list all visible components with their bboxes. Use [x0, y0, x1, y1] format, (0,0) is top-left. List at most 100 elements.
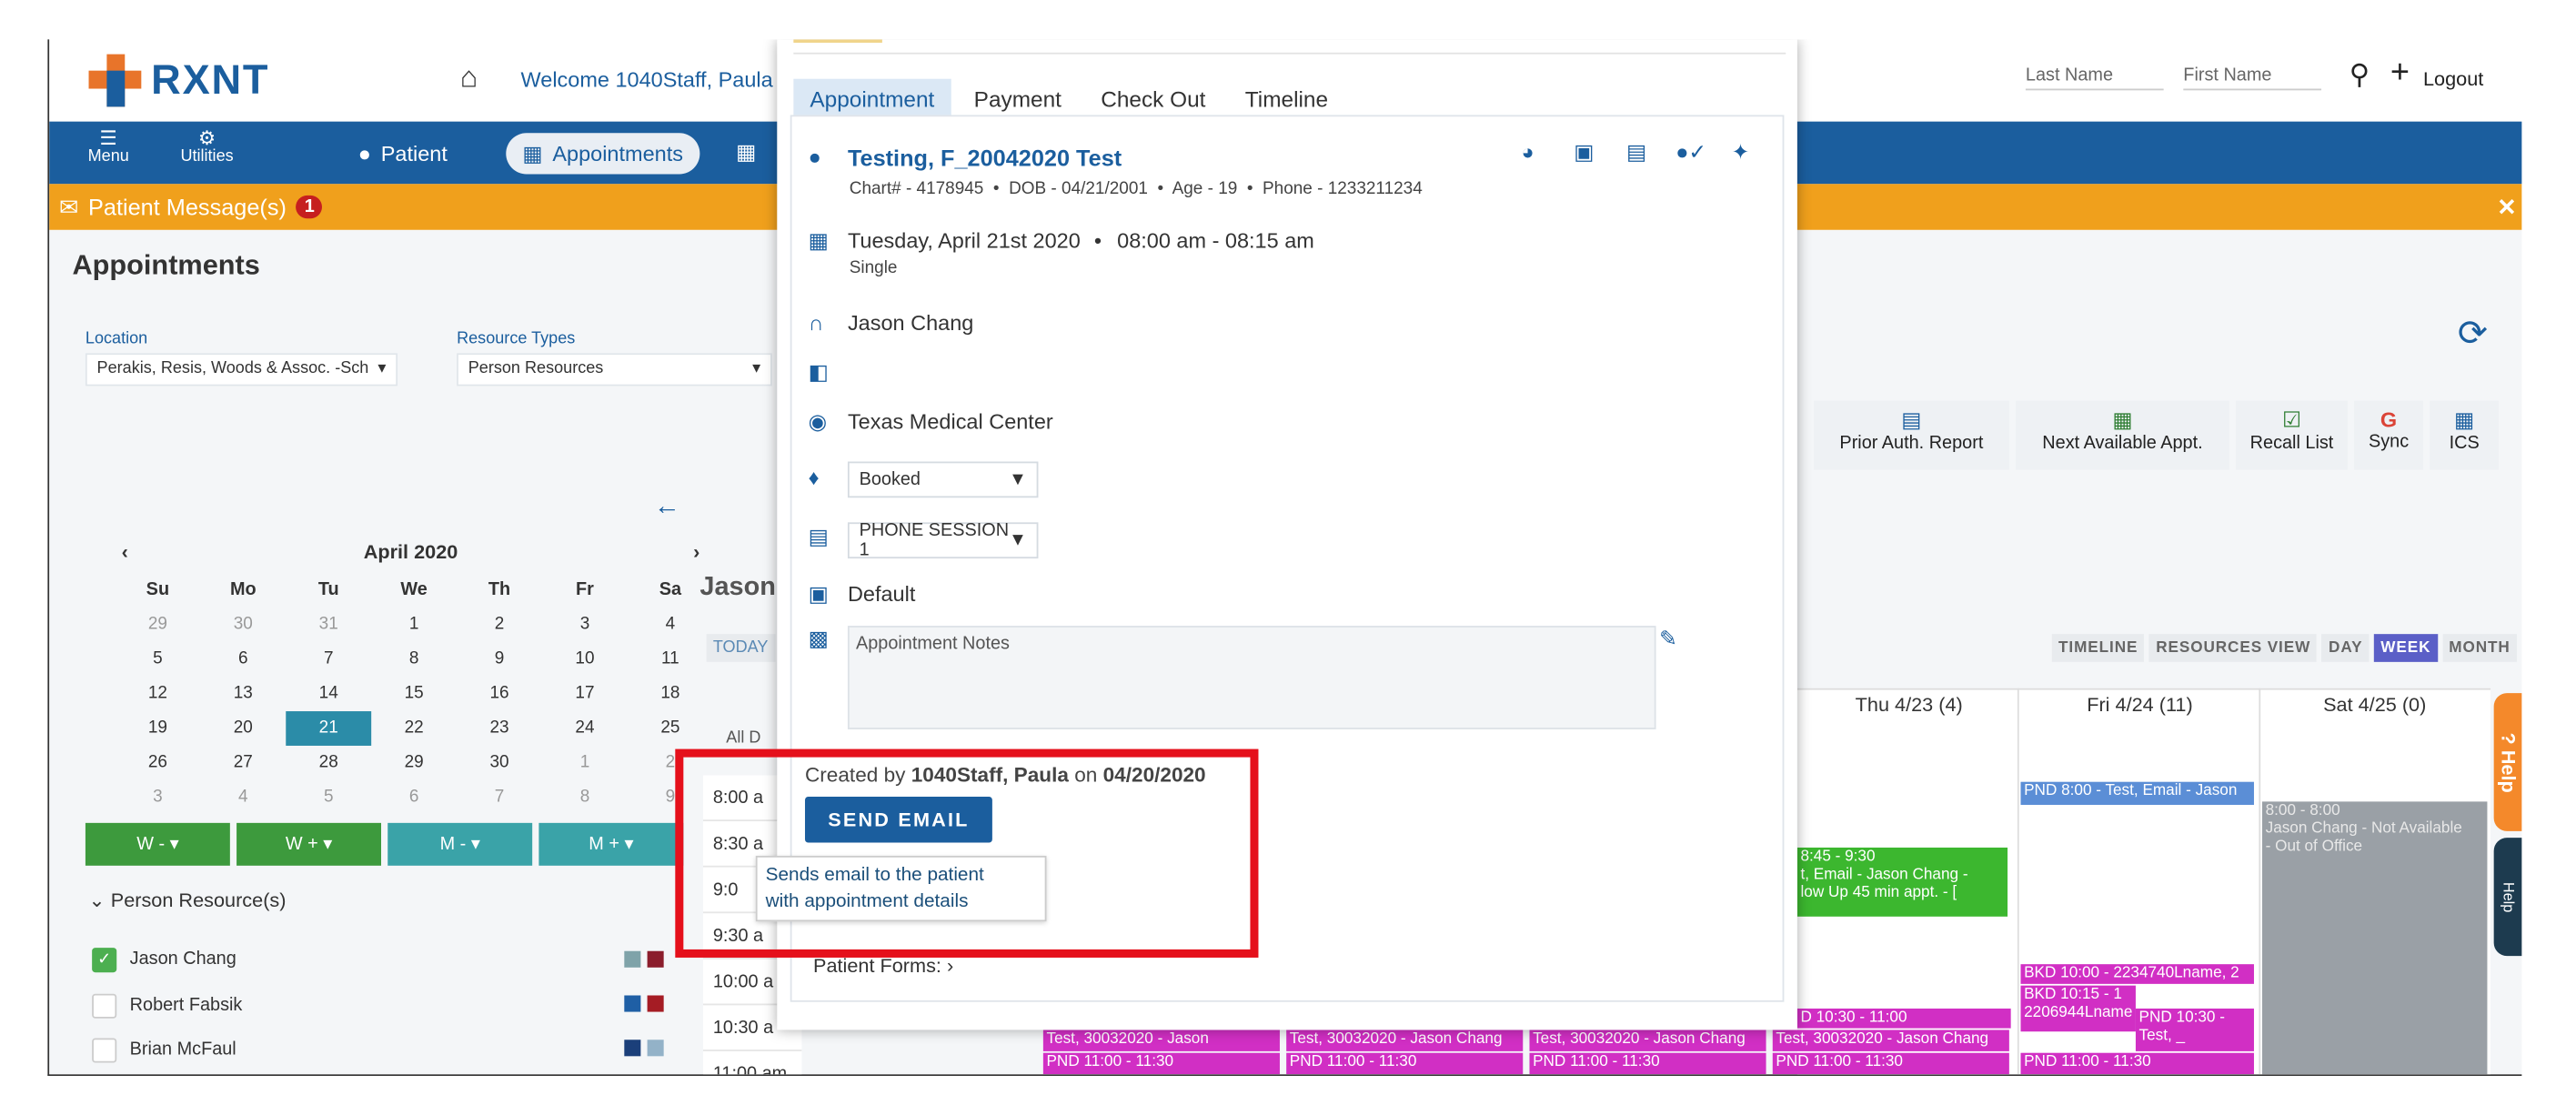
calendar-day[interactable]: 6 [200, 642, 286, 677]
utilities-button[interactable]: ⚙ Utilities [171, 128, 243, 167]
tab-timeline[interactable]: Timeline [1229, 79, 1344, 120]
recall-list-button[interactable]: ☑ Recall List [2236, 400, 2348, 470]
calendar-day[interactable]: 16 [457, 677, 542, 711]
tab-payment[interactable]: Payment [958, 79, 1078, 120]
ics-button[interactable]: ▦ ICS [2430, 400, 2500, 470]
calendar-day[interactable]: 27 [200, 746, 286, 780]
resource-row[interactable]: Brian McFaul [92, 1037, 236, 1063]
calendar-day[interactable]: 30 [200, 608, 286, 642]
event-block[interactable]: D 10:30 - 11:00 [1796, 1008, 2011, 1029]
calendar-day[interactable]: 20 [200, 711, 286, 746]
user-check-icon[interactable]: ●✓ [1675, 140, 1706, 166]
help-tab[interactable]: ? Help [2493, 693, 2522, 831]
event-block[interactable]: BKD 10:15 - 1 2206944Lname [2020, 985, 2136, 1032]
calendar-day[interactable]: 31 [286, 608, 371, 642]
event-block[interactable]: PND 11:00 - 11:30 [1286, 1052, 1524, 1075]
calendar-day[interactable]: 22 [371, 711, 457, 746]
sync-button[interactable]: G Sync [2354, 400, 2423, 470]
calendar-day[interactable]: 5 [286, 780, 371, 815]
next-month-icon[interactable]: › [693, 540, 699, 563]
resource-row[interactable]: Robert Fabsik [92, 992, 242, 1019]
event-block[interactable]: PND 8:00 - Test, Email - Jason [2020, 781, 2254, 805]
week-back-button[interactable]: W - ▾ [85, 822, 230, 866]
calendar-day[interactable]: 4 [628, 608, 713, 642]
calendar-day[interactable]: 29 [371, 746, 457, 780]
calendar-day[interactable]: 8 [542, 780, 628, 815]
rxnt-logo[interactable]: RXNT [88, 53, 270, 108]
search-icon[interactable]: ⚲ [2350, 59, 2370, 92]
calendar-day[interactable]: 3 [542, 608, 628, 642]
view-tab-resources-view[interactable]: RESOURCES VIEW [2148, 634, 2318, 662]
view-tab-month[interactable]: MONTH [2442, 634, 2517, 662]
calendar-day[interactable]: 28 [286, 746, 371, 780]
calendar-day[interactable]: 7 [457, 780, 542, 815]
event-block[interactable]: PND 11:00 - 11:30 [1772, 1052, 2009, 1075]
view-tab-timeline[interactable]: TIMELINE [2051, 634, 2145, 662]
calendar-day[interactable]: 12 [115, 677, 200, 711]
calendar-day[interactable]: 5 [115, 642, 200, 677]
calendar-day[interactable]: 8 [371, 642, 457, 677]
event-block[interactable]: Test, 30032020 - Jason Chang [1529, 1030, 1766, 1051]
close-icon[interactable]: ✕ [2497, 194, 2516, 222]
event-block[interactable]: PND 11:00 - 11:30 [2020, 1052, 2254, 1075]
event-block[interactable]: Test, 30032020 - Jason Chang [1772, 1030, 2009, 1051]
appointment-notes-textarea[interactable]: Appointment Notes [847, 626, 1656, 729]
calendar-day[interactable]: 21 [286, 711, 372, 746]
month-back-button[interactable]: M - ▾ [387, 822, 533, 866]
calendar-day[interactable]: 1 [371, 608, 457, 642]
checkbox[interactable]: ✓ [92, 947, 117, 972]
visit-type-select[interactable]: PHONE SESSION 1 ▼ [847, 521, 1039, 560]
calendar-day[interactable]: 11 [628, 642, 713, 677]
plus-icon[interactable]: + [2390, 55, 2410, 93]
home-icon[interactable]: ⌂ [460, 61, 478, 95]
calendar-day[interactable]: 26 [115, 746, 200, 780]
back-arrow-icon[interactable]: ← [654, 493, 680, 523]
unavailable-block[interactable]: 8:00 - 8:00 Jason Chang - Not Available - … [2261, 801, 2488, 1075]
next-available-button[interactable]: ▦ Next Available Appt. [2016, 400, 2229, 470]
person-resources-heading[interactable]: ⌄ Person Resource(s) [89, 889, 287, 911]
checkbox[interactable] [92, 992, 117, 1018]
calendar-day[interactable]: 7 [286, 642, 371, 677]
patient-forms-link[interactable]: Patient Forms: › [813, 954, 953, 977]
prev-month-icon[interactable]: ‹ [122, 540, 128, 563]
briefcase-icon[interactable]: ▣ [1574, 140, 1594, 166]
paperclip-icon[interactable]: ✦ [1732, 140, 1750, 166]
location-select[interactable]: Perakis, Resis, Woods & Assoc. -Sch ▾ [85, 353, 398, 387]
tab-check-out[interactable]: Check Out [1084, 79, 1222, 120]
view-tab-day[interactable]: DAY [2321, 634, 2370, 662]
calendar-day[interactable]: 18 [628, 677, 713, 711]
calendar-day[interactable]: 14 [286, 677, 371, 711]
calendar-day[interactable]: 4 [200, 780, 286, 815]
nav-patient[interactable]: ● Patient [342, 133, 464, 174]
calendar-day[interactable]: 3 [115, 780, 200, 815]
event-block[interactable]: PND 11:00 - 11:30 [1042, 1052, 1280, 1075]
prior-auth-report-button[interactable]: ▤ Prior Auth. Report [1813, 400, 2009, 470]
first-name-input[interactable]: First Name [2183, 65, 2322, 91]
event-block[interactable]: PND 10:30 - Test, _ [2135, 1008, 2254, 1051]
tab-appointment[interactable]: Appointment [793, 78, 951, 120]
nav-appointments[interactable]: ▦ Appointments [506, 133, 700, 175]
calendar-day[interactable]: 25 [628, 711, 713, 746]
calendar-day[interactable]: 17 [542, 677, 628, 711]
dashboard-icon[interactable]: ◕ [1521, 140, 1534, 165]
checkbox[interactable] [92, 1037, 117, 1062]
calendar-day[interactable]: 15 [371, 677, 457, 711]
logout-link[interactable]: Logout [2423, 67, 2483, 90]
event-block[interactable]: Test, 30032020 - Jason Chang [1286, 1030, 1524, 1051]
calendar-day[interactable]: 1 [542, 746, 628, 780]
calendar-day[interactable]: 10 [542, 642, 628, 677]
event-block[interactable]: BKD 10:00 - 2234740Lname, 2 [2020, 964, 2254, 984]
last-name-input[interactable]: Last Name [2025, 65, 2164, 91]
calendar-day[interactable]: 30 [457, 746, 542, 780]
calendar-day[interactable]: 24 [542, 711, 628, 746]
today-button[interactable]: TODAY [706, 634, 775, 662]
calendar-day[interactable]: 9 [457, 642, 542, 677]
month-forward-button[interactable]: M + ▾ [538, 822, 684, 866]
calendar-day[interactable]: 23 [457, 711, 542, 746]
menu-button[interactable]: ☰ Menu [72, 128, 144, 167]
event-block[interactable]: PND 11:00 - 11:30 [1529, 1052, 1766, 1075]
week-forward-button[interactable]: W + ▾ [236, 822, 382, 866]
help-tab-secondary[interactable]: Help [2493, 838, 2522, 957]
resource-types-select[interactable]: Person Resources ▾ [457, 353, 772, 387]
calendar-day[interactable]: 29 [115, 608, 200, 642]
